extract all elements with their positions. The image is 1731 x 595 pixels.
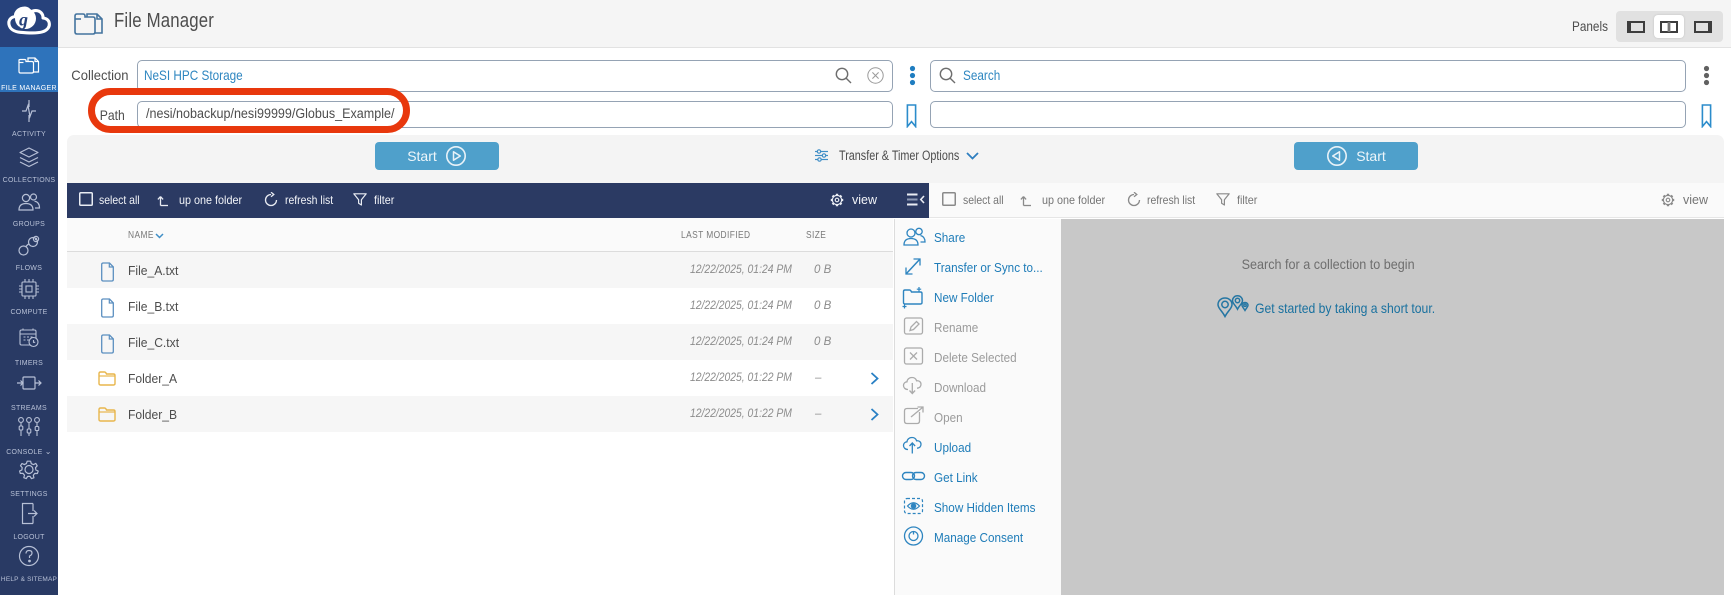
svg-text:g: g (18, 10, 28, 30)
